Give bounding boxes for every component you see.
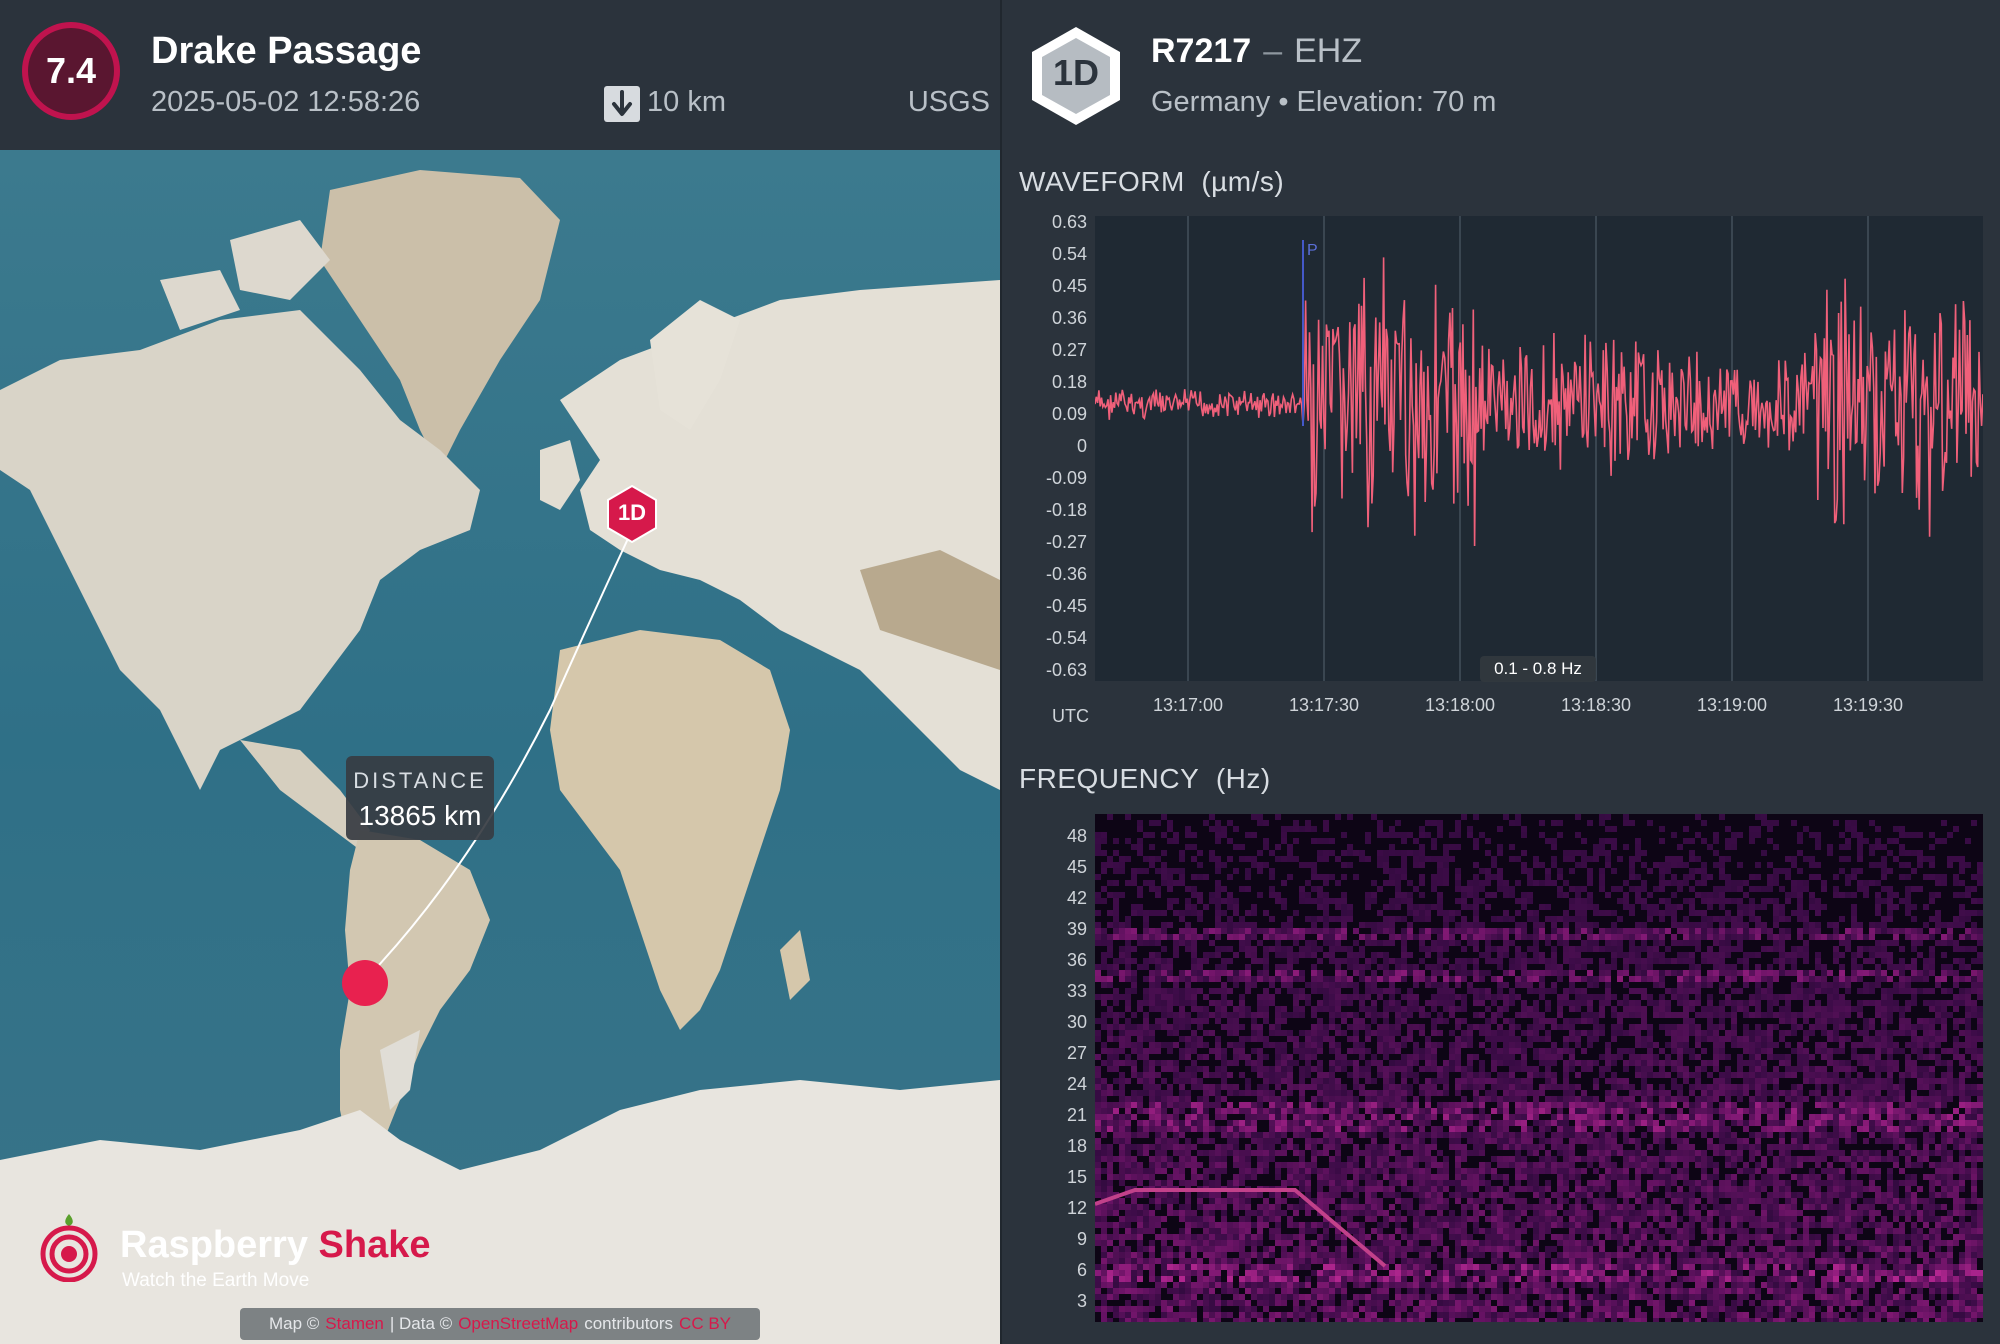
event-panel: 7.4 Drake Passage 2025-05-02 12:58:26 10…	[0, 0, 1000, 1344]
waveform-y-tick: -0.63	[1045, 660, 1087, 680]
spectrogram-y-tick: 27	[1066, 1043, 1087, 1063]
waveform-y-tick: -0.45	[1045, 596, 1087, 616]
waveform-x-tick: 13:17:00	[1152, 695, 1224, 715]
attribution-map-prefix: Map ©	[268, 1314, 320, 1333]
station-location: Germany • Elevation: 70 m	[1151, 86, 1497, 118]
station-separator: –	[1263, 32, 1283, 70]
spectrogram-plot[interactable]	[1095, 814, 1983, 1322]
waveform-y-tick: -0.27	[1045, 532, 1087, 552]
waveform-y-tick: -0.09	[1045, 468, 1087, 488]
station-badge-label: 1D	[1052, 52, 1100, 93]
spectrogram-y-tick: 45	[1066, 857, 1087, 877]
logo-wordmark: Raspberry Shake	[120, 1224, 431, 1267]
depth-icon	[604, 86, 640, 122]
spectrogram-y-tick: 12	[1066, 1198, 1087, 1218]
magnitude-badge: 7.4	[22, 22, 120, 120]
spectrogram-y-tick: 3	[1076, 1291, 1087, 1311]
waveform-y-tick: -0.54	[1045, 628, 1087, 648]
waveform-utc-label: UTC	[1052, 706, 1089, 726]
waveform-y-tick: 0.27	[1051, 340, 1087, 360]
epicenter-marker[interactable]	[342, 960, 388, 1006]
frequency-title: FREQUENCY (Hz)	[1019, 763, 1271, 795]
waveform-x-tick: 13:19:00	[1696, 695, 1768, 715]
spectrogram-y-tick: 15	[1066, 1167, 1087, 1187]
spectrogram-y-tick: 9	[1076, 1229, 1087, 1249]
spectrogram-y-tick: 48	[1066, 826, 1087, 846]
distance-tooltip: DISTANCE 13865 km	[346, 756, 494, 840]
station-title: R7217– EHZ	[1151, 32, 1362, 71]
station-marker-label: 1D	[617, 500, 647, 525]
waveform-band-label: 0.1 - 0.8 Hz	[1480, 656, 1596, 682]
frequency-unit: (Hz)	[1215, 763, 1271, 794]
p-wave-marker-label: P	[1307, 242, 1318, 259]
raspberry-shake-logo: Raspberry Shake Watch the Earth Move	[34, 1206, 454, 1296]
waveform-y-tick: 0	[1076, 436, 1087, 456]
waveform-y-tick: 0.18	[1051, 372, 1087, 392]
spectrogram-y-tick: 6	[1076, 1260, 1087, 1280]
magnitude-value: 7.4	[45, 50, 97, 91]
spectrogram-y-tick: 21	[1066, 1105, 1087, 1125]
event-header: 7.4 Drake Passage 2025-05-02 12:58:26 10…	[0, 0, 1000, 150]
waveform-title: WAVEFORM (µm/s)	[1019, 166, 1284, 198]
spectrogram-y-tick: 33	[1066, 981, 1087, 1001]
spectrogram-y-tick: 24	[1066, 1074, 1087, 1094]
frequency-title-text: FREQUENCY	[1019, 763, 1200, 794]
spectrogram-y-tick: 36	[1066, 950, 1087, 970]
waveform-x-tick: 13:17:30	[1288, 695, 1360, 715]
attribution-data-suffix: contributors	[584, 1314, 674, 1333]
waveform-y-tick: 0.36	[1051, 308, 1087, 328]
event-title: Drake Passage	[151, 30, 422, 72]
waveform-title-text: WAVEFORM	[1019, 166, 1185, 197]
waveform-trace	[1095, 257, 1983, 547]
spectrogram-y-tick: 42	[1066, 888, 1087, 908]
waveform-y-tick: 0.45	[1051, 276, 1087, 296]
spectrogram-y-tick: 39	[1066, 919, 1087, 939]
waveform-y-tick: 0.09	[1051, 404, 1087, 424]
waveform-y-tick: -0.18	[1045, 500, 1087, 520]
station-channel: EHZ	[1294, 32, 1363, 70]
waveform-x-tick: 13:18:30	[1560, 695, 1632, 715]
map-attribution: Map © Stamen | Data © OpenStreetMap cont…	[240, 1308, 760, 1340]
spectrogram-y-tick: 18	[1066, 1136, 1087, 1156]
waveform-x-tick: 13:19:30	[1832, 695, 1904, 715]
waveform-y-tick: 0.63	[1051, 212, 1087, 232]
attribution-license-link[interactable]: CC BY	[679, 1314, 731, 1334]
logo-tagline: Watch the Earth Move	[122, 1270, 310, 1291]
waveform-y-tick: 0.54	[1051, 244, 1087, 264]
event-time: 2025-05-02 12:58:26	[151, 86, 421, 118]
raspberry-icon	[40, 1214, 98, 1282]
waveform-y-tick: -0.36	[1045, 564, 1087, 584]
logo-word-shake: Shake	[318, 1224, 431, 1266]
distance-label: DISTANCE	[353, 768, 487, 793]
waveform-x-tick: 13:18:00	[1424, 695, 1496, 715]
spectrogram-y-tick: 30	[1066, 1012, 1087, 1032]
world-map[interactable]: 1D DISTANCE 13865 km	[0, 150, 1000, 1344]
station-code: R7217	[1151, 32, 1252, 70]
waveform-unit: (µm/s)	[1201, 166, 1285, 197]
event-depth: 10 km	[647, 86, 726, 118]
waveform-plot[interactable]: P	[1095, 216, 1983, 681]
distance-value: 13865 km	[358, 800, 482, 831]
logo-word-raspberry: Raspberry	[120, 1224, 308, 1266]
attribution-stamen-link[interactable]: Stamen	[325, 1314, 384, 1334]
attribution-osm-link[interactable]: OpenStreetMap	[458, 1314, 578, 1334]
attribution-data-prefix: | Data ©	[389, 1314, 453, 1333]
event-source: USGS	[907, 86, 990, 118]
